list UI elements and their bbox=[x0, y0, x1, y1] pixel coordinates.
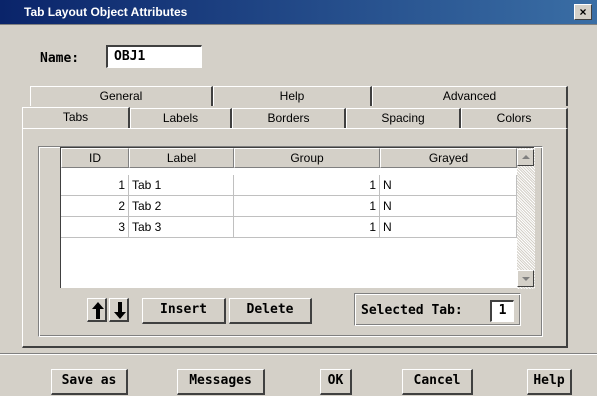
tab-advanced[interactable]: Advanced bbox=[372, 86, 568, 106]
scroll-down-icon bbox=[521, 277, 530, 281]
selected-tab-input[interactable]: 1 bbox=[490, 300, 514, 322]
tab-colors[interactable]: Colors bbox=[461, 108, 568, 128]
cell-id[interactable]: 1 bbox=[61, 175, 129, 196]
table-vertical-scrollbar[interactable] bbox=[517, 148, 535, 289]
tab-general[interactable]: General bbox=[30, 86, 213, 106]
insert-button[interactable]: Insert bbox=[142, 298, 226, 324]
scroll-down-button[interactable] bbox=[517, 270, 534, 287]
scroll-up-button[interactable] bbox=[517, 149, 534, 166]
help-button[interactable]: Help bbox=[527, 369, 572, 395]
messages-button[interactable]: Messages bbox=[177, 369, 265, 395]
tab-labels[interactable]: Labels bbox=[130, 108, 232, 128]
dialog-window: Tab Layout Object Attributes × Name: OBJ… bbox=[0, 0, 597, 396]
cell-label[interactable]: Tab 2 bbox=[129, 196, 234, 217]
tab-spacing[interactable]: Spacing bbox=[346, 108, 461, 128]
name-input[interactable]: OBJ1 bbox=[106, 45, 202, 68]
tab-help[interactable]: Help bbox=[213, 86, 372, 106]
window-title: Tab Layout Object Attributes bbox=[24, 5, 188, 19]
arrow-up-icon bbox=[92, 302, 104, 319]
tabs-table: ID Label Group Grayed 1 Tab 1 1 N 2 Tab … bbox=[60, 147, 535, 289]
cell-grayed[interactable]: N bbox=[380, 196, 517, 217]
cell-grayed[interactable]: N bbox=[380, 175, 517, 196]
cancel-button[interactable]: Cancel bbox=[402, 369, 473, 395]
cell-group[interactable]: 1 bbox=[234, 175, 380, 196]
move-down-button[interactable] bbox=[109, 298, 129, 322]
cell-grayed[interactable]: N bbox=[380, 217, 517, 238]
separator bbox=[0, 353, 597, 355]
cell-label[interactable]: Tab 1 bbox=[129, 175, 234, 196]
ok-button[interactable]: OK bbox=[320, 369, 352, 395]
move-up-button[interactable] bbox=[87, 298, 107, 322]
delete-button[interactable]: Delete bbox=[229, 298, 312, 324]
cell-group[interactable]: 1 bbox=[234, 217, 380, 238]
arrow-down-icon bbox=[114, 302, 126, 319]
title-bar[interactable]: Tab Layout Object Attributes × bbox=[0, 0, 597, 25]
column-header-grayed[interactable]: Grayed bbox=[380, 148, 517, 168]
column-header-label[interactable]: Label bbox=[129, 148, 234, 168]
close-icon[interactable]: × bbox=[574, 4, 592, 20]
tab-tabs[interactable]: Tabs bbox=[22, 107, 130, 129]
cell-group[interactable]: 1 bbox=[234, 196, 380, 217]
selected-tab-label: Selected Tab: bbox=[361, 303, 463, 318]
tab-borders[interactable]: Borders bbox=[232, 108, 346, 128]
cell-id[interactable]: 3 bbox=[61, 217, 129, 238]
scroll-up-icon bbox=[521, 155, 530, 159]
cell-id[interactable]: 2 bbox=[61, 196, 129, 217]
column-header-group[interactable]: Group bbox=[234, 148, 380, 168]
cell-label[interactable]: Tab 3 bbox=[129, 217, 234, 238]
name-label: Name: bbox=[40, 51, 80, 66]
column-header-id[interactable]: ID bbox=[61, 148, 129, 168]
save-as-button[interactable]: Save as bbox=[51, 369, 128, 395]
